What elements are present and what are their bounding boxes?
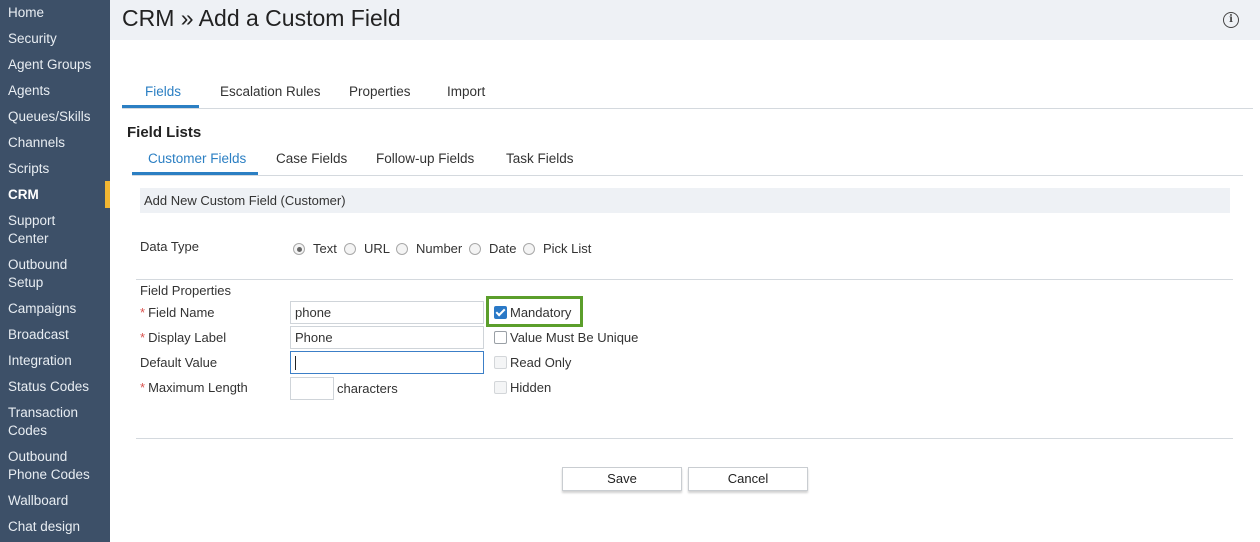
sidebar-item-integration[interactable]: Integration xyxy=(0,352,110,370)
sidebar-item-crm[interactable]: CRM xyxy=(0,186,110,204)
page-header: CRM » Add a Custom Field i xyxy=(110,0,1260,40)
radio-url[interactable] xyxy=(344,243,356,255)
mandatory-checkbox[interactable] xyxy=(494,306,507,319)
sidebar-item-chat-design[interactable]: Chat design xyxy=(0,518,110,536)
tab-case-fields[interactable]: Case Fields xyxy=(276,151,347,166)
required-asterisk: * xyxy=(140,330,146,345)
tab-import[interactable]: Import xyxy=(447,84,485,99)
divider xyxy=(136,279,1233,280)
sidebar-item-status-codes[interactable]: Status Codes xyxy=(0,378,110,396)
sidebar-item-wallboard[interactable]: Wallboard xyxy=(0,492,110,510)
field-name-label-text: Field Name xyxy=(148,305,215,320)
display-label-label: * Display Label xyxy=(140,330,226,345)
radio-text-label: Text xyxy=(313,241,337,256)
display-label-input[interactable]: Phone xyxy=(290,326,484,349)
radio-pick-list-label: Pick List xyxy=(543,241,592,256)
active-item-marker xyxy=(105,181,110,208)
sidebar: Home Security Agent Groups Agents Queues… xyxy=(0,0,110,542)
tab-escalation-rules[interactable]: Escalation Rules xyxy=(220,84,321,99)
sidebar-item-channels[interactable]: Channels xyxy=(0,134,110,152)
save-button[interactable]: Save xyxy=(562,467,682,491)
unique-checkbox[interactable] xyxy=(494,331,507,344)
field-name-input[interactable]: phone xyxy=(290,301,484,324)
sidebar-item-support-center[interactable]: Support Center xyxy=(0,212,80,248)
required-asterisk: * xyxy=(140,380,146,395)
characters-unit-label: characters xyxy=(337,381,398,396)
read-only-checkbox[interactable] xyxy=(494,356,507,369)
radio-url-label: URL xyxy=(364,241,391,256)
radio-date[interactable] xyxy=(469,243,481,255)
active-tab-indicator xyxy=(122,105,199,108)
sidebar-item-transaction-codes[interactable]: Transaction Codes xyxy=(0,404,90,440)
sidebar-item-queues-skills[interactable]: Queues/Skills xyxy=(0,108,110,126)
sidebar-item-broadcast[interactable]: Broadcast xyxy=(0,326,110,344)
maximum-length-input[interactable] xyxy=(290,377,334,400)
radio-number-label: Number xyxy=(416,241,463,256)
divider xyxy=(136,438,1233,439)
field-properties-label: Field Properties xyxy=(140,283,232,298)
text-caret xyxy=(295,356,296,370)
radio-pick-list[interactable] xyxy=(523,243,535,255)
field-name-label: * Field Name xyxy=(140,305,215,320)
sidebar-item-agent-groups[interactable]: Agent Groups xyxy=(0,56,110,74)
required-asterisk: * xyxy=(140,305,146,320)
sidebar-item-home[interactable]: Home xyxy=(0,4,110,22)
hidden-checkbox[interactable] xyxy=(494,381,507,394)
sidebar-item-scripts[interactable]: Scripts xyxy=(0,160,110,178)
page-title: CRM » Add a Custom Field xyxy=(122,5,401,31)
read-only-label: Read Only xyxy=(510,355,572,370)
check-icon xyxy=(495,306,506,317)
display-label-label-text: Display Label xyxy=(148,330,227,345)
hidden-label: Hidden xyxy=(510,380,552,395)
radio-text[interactable] xyxy=(293,243,305,255)
cancel-button[interactable]: Cancel xyxy=(688,467,808,491)
sidebar-item-campaigns[interactable]: Campaigns xyxy=(0,300,110,318)
default-value-input[interactable] xyxy=(290,351,484,374)
main-tabs: Fields Escalation Rules Properties Impor… xyxy=(122,84,1253,109)
field-list-tabs: Customer Fields Case Fields Follow-up Fi… xyxy=(132,151,1243,176)
maximum-length-label-text: Maximum Length xyxy=(148,380,248,395)
sidebar-item-security[interactable]: Security xyxy=(0,30,110,48)
sidebar-item-agents[interactable]: Agents xyxy=(0,82,110,100)
data-type-label: Data Type xyxy=(140,239,200,254)
radio-number[interactable] xyxy=(396,243,408,255)
field-lists-heading: Field Lists xyxy=(127,124,202,141)
default-value-label: Default Value xyxy=(140,355,218,370)
unique-label: Value Must Be Unique xyxy=(510,330,639,345)
radio-date-label: Date xyxy=(489,241,517,256)
sidebar-item-outbound-phone-codes[interactable]: Outbound Phone Codes xyxy=(0,448,100,484)
tab-task-fields[interactable]: Task Fields xyxy=(506,151,574,166)
sidebar-item-outbound-setup[interactable]: Outbound Setup xyxy=(0,256,80,292)
tab-properties[interactable]: Properties xyxy=(349,84,411,99)
maximum-length-label: * Maximum Length xyxy=(140,380,248,395)
tab-customer-fields[interactable]: Customer Fields xyxy=(148,151,246,166)
tab-follow-up-fields[interactable]: Follow-up Fields xyxy=(376,151,474,166)
tab-fields[interactable]: Fields xyxy=(145,84,181,99)
info-icon[interactable]: i xyxy=(1223,12,1239,28)
mandatory-label: Mandatory xyxy=(510,305,572,320)
active-field-list-indicator xyxy=(132,172,258,175)
panel-title: Add New Custom Field (Customer) xyxy=(140,188,1230,213)
